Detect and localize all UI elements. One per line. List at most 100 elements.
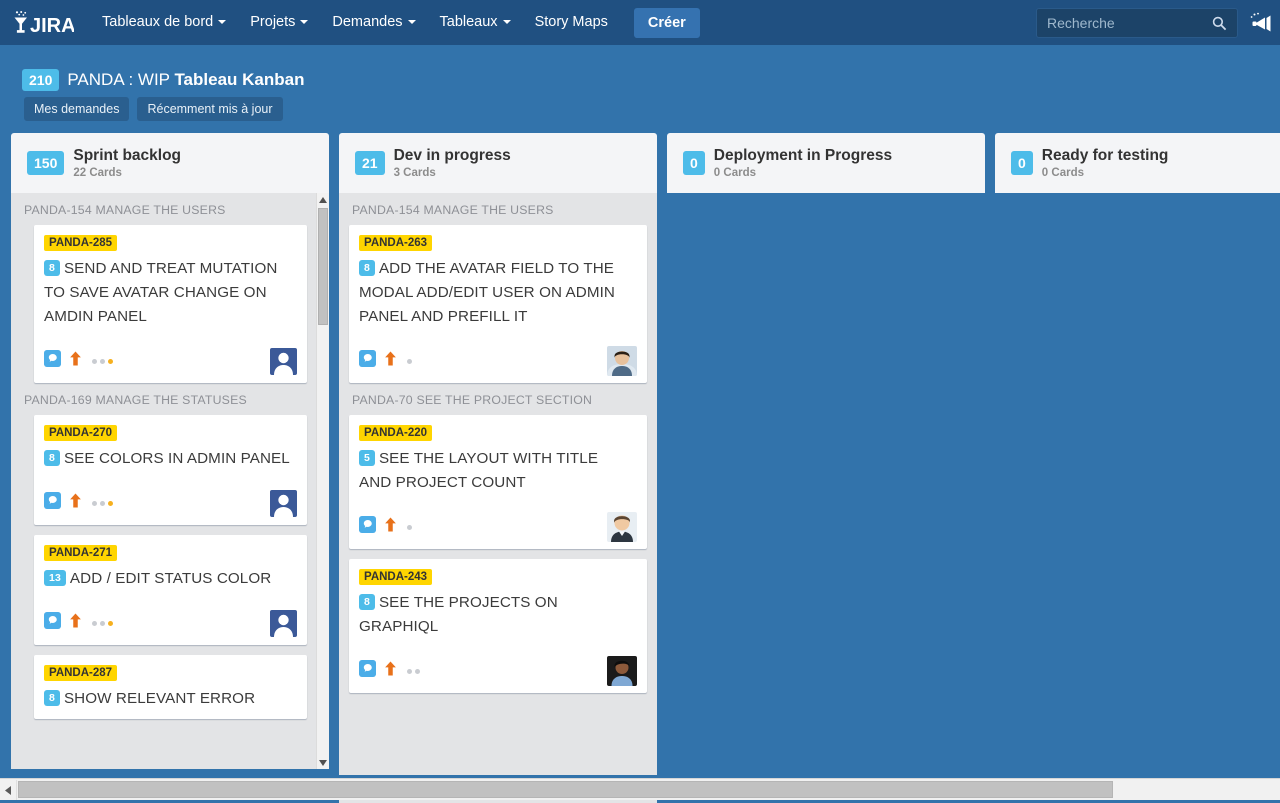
nav-item-dashboards-label: Tableaux de bord [102,14,213,30]
card-key-badge[interactable]: PANDA-243 [359,569,432,585]
column-name: Ready for testing [1042,147,1169,165]
scroll-left-arrow-icon[interactable] [0,780,17,800]
avatar[interactable] [270,348,297,375]
scrollbar-thumb[interactable] [18,781,1113,798]
swimlane-label[interactable]: PANDA-169 MANAGE THE STATUSES [11,383,317,415]
kanban-columns: 150 Sprint backlog 22 Cards PANDA-154 MA… [11,133,1280,803]
status-dot [108,359,113,364]
card-key-badge[interactable]: PANDA-263 [359,235,432,251]
avatar[interactable] [270,490,297,517]
search-icon[interactable] [1212,16,1227,36]
status-dots [407,525,412,530]
story-icon[interactable] [359,516,376,538]
card-row[interactable]: PANDA-270 8SEE COLORS IN ADMIN PANEL [34,415,307,525]
avatar[interactable] [270,610,297,637]
page-horizontal-scrollbar[interactable] [0,778,1280,800]
scrollbar-thumb[interactable] [318,208,328,325]
board-title-row: 210 PANDA : WIP Tableau Kanban [22,69,304,91]
scrollbar-track[interactable] [1114,781,1280,798]
scroll-down-arrow-icon[interactable] [317,756,329,769]
card-key-badge[interactable]: PANDA-287 [44,665,117,681]
story-points-badge: 13 [44,570,66,586]
swimlane-label[interactable]: PANDA-154 MANAGE THE USERS [11,193,317,225]
card-summary[interactable]: 8SEND AND TREAT MUTATION TO SAVE AVATAR … [44,257,297,329]
card-summary-text: SEE COLORS IN ADMIN PANEL [64,450,290,467]
column-wip-badge: 21 [355,151,385,175]
card-summary[interactable]: 8ADD THE AVATAR FIELD TO THE MODAL ADD/E… [359,257,637,329]
priority-high-up-arrow-icon[interactable] [384,351,397,371]
status-dot [108,621,113,626]
card-key-badge[interactable]: PANDA-271 [44,545,117,561]
column-scroll-area[interactable]: PANDA-154 MANAGE THE USERS PANDA-285 8SE… [11,193,317,769]
priority-high-up-arrow-icon[interactable] [384,661,397,681]
priority-high-up-arrow-icon[interactable] [69,493,82,513]
quick-filter-recently-updated[interactable]: Récemment mis à jour [137,97,282,121]
create-button[interactable]: Créer [634,8,700,38]
status-dots [407,669,420,674]
column-header: 21 Dev in progress 3 Cards [339,133,657,193]
priority-high-up-arrow-icon[interactable] [384,517,397,537]
board-title-prefix: PANDA : WIP [67,70,174,89]
swimlane-label[interactable]: PANDA-70 SEE THE PROJECT SECTION [339,383,657,415]
card-footer [44,345,297,377]
default-person-avatar-icon [270,490,297,517]
status-dot [407,669,412,674]
photo-avatar-icon [607,346,637,376]
card-summary-text: SHOW RELEVANT ERROR [64,690,255,707]
priority-high-up-arrow-icon[interactable] [69,351,82,371]
megaphone-icon[interactable] [1250,12,1274,34]
jira-logo[interactable]: JIRA [8,0,74,45]
card-key-badge[interactable]: PANDA-270 [44,425,117,441]
column-wip-badge: 150 [27,151,64,175]
column-body: PANDA-154 MANAGE THE USERS PANDA-263 8AD… [339,193,657,803]
nav-item-story-maps[interactable]: Story Maps [523,0,620,45]
card-summary[interactable]: 13ADD / EDIT STATUS COLOR [44,567,297,591]
card-row[interactable]: PANDA-263 8ADD THE AVATAR FIELD TO THE M… [349,225,647,383]
story-icon[interactable] [44,350,61,372]
card-row[interactable]: PANDA-243 8SEE THE PROJECTS ON GRAPHIQL [349,559,647,693]
nav-item-dashboards[interactable]: Tableaux de bord [90,0,238,45]
avatar[interactable] [607,512,637,542]
search-box[interactable] [1036,8,1238,38]
status-dot [100,359,105,364]
status-dot [100,501,105,506]
column-scroll-area[interactable]: PANDA-154 MANAGE THE USERS PANDA-263 8AD… [339,193,657,803]
card-row[interactable]: PANDA-271 13ADD / EDIT STATUS COLOR [34,535,307,645]
card-summary[interactable]: 8SHOW RELEVANT ERROR [44,687,297,711]
card-spacer [11,525,317,535]
swimlane-label[interactable]: PANDA-154 MANAGE THE USERS [339,193,657,225]
story-icon[interactable] [44,492,61,514]
card-summary[interactable]: 8SEE THE PROJECTS ON GRAPHIQL [359,591,637,639]
scroll-up-arrow-icon[interactable] [317,193,329,206]
chevron-down-icon [300,20,308,24]
search-input[interactable] [1037,14,1202,32]
card-row[interactable]: PANDA-287 8SHOW RELEVANT ERROR [34,655,307,719]
nav-item-projects[interactable]: Projets [238,0,320,45]
avatar[interactable] [607,656,637,686]
story-icon[interactable] [359,660,376,682]
story-icon[interactable] [359,350,376,372]
avatar[interactable] [607,346,637,376]
page-title: PANDA : WIP Tableau Kanban [67,70,304,90]
column-card-count: 0 Cards [1042,167,1169,180]
priority-high-up-arrow-icon[interactable] [69,613,82,633]
story-points-badge: 8 [359,260,375,276]
column-vertical-scrollbar[interactable] [316,193,329,769]
card-key-badge[interactable]: PANDA-220 [359,425,432,441]
nav-item-boards[interactable]: Tableaux [428,0,523,45]
story-points-badge: 8 [44,450,60,466]
card-row[interactable]: PANDA-220 5SEE THE LAYOUT WITH TITLE AND… [349,415,647,549]
default-person-avatar-icon [270,348,297,375]
nav-item-issues[interactable]: Demandes [320,0,427,45]
card-footer [359,655,637,687]
kanban-column-dev-in-progress: 21 Dev in progress 3 Cards PANDA-154 MAN… [339,133,657,803]
card-summary[interactable]: 8SEE COLORS IN ADMIN PANEL [44,447,297,471]
story-points-badge: 8 [44,260,60,276]
card-summary[interactable]: 5SEE THE LAYOUT WITH TITLE AND PROJECT C… [359,447,637,495]
quick-filter-my-issues[interactable]: Mes demandes [24,97,129,121]
card-spacer [11,645,317,655]
card-key-badge[interactable]: PANDA-285 [44,235,117,251]
card-row[interactable]: PANDA-285 8SEND AND TREAT MUTATION TO SA… [34,225,307,383]
card-summary-text: ADD THE AVATAR FIELD TO THE MODAL ADD/ED… [359,260,615,325]
story-icon[interactable] [44,612,61,634]
